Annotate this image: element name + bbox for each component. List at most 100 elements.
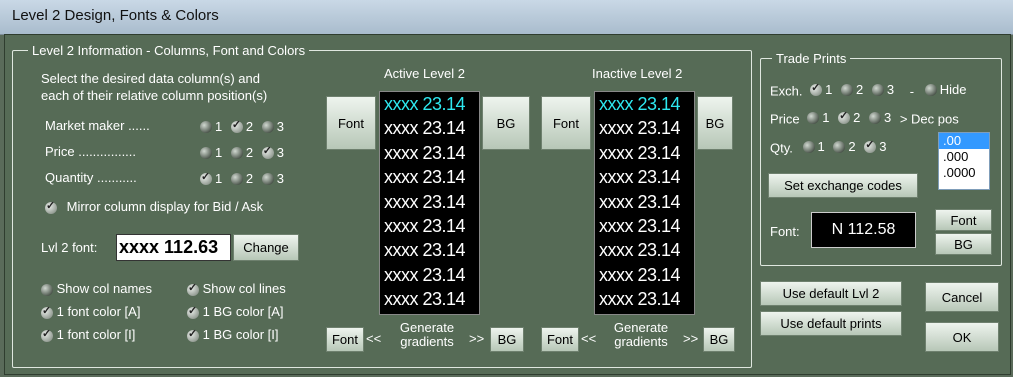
active-gradient-label: Generate gradients (399, 320, 455, 349)
dec-pos-listbox[interactable]: .00 .000 .0000 (938, 132, 990, 190)
inactive-level2-list: xxxx 23.14 xxxx 23.14 xxxx 23.14 xxxx 23… (594, 91, 695, 315)
instruction-line-1: Select the desired data column(s) and (41, 71, 260, 86)
list-item: xxxx 23.14 (384, 240, 466, 261)
exch-dash: - (909, 83, 915, 99)
checkbox-checked-icon (41, 304, 53, 319)
price-print-radio-1[interactable]: 1 (807, 110, 829, 125)
bg-color-a-checkbox[interactable]: 1 BG color [A] (187, 304, 284, 319)
list-item: xxxx 23.14 (599, 264, 681, 285)
exch-radio-3[interactable]: 3 (871, 82, 894, 97)
list-item: xxxx 23.14 (384, 94, 466, 114)
radio-icon (200, 120, 212, 133)
list-item: xxxx 23.14 (599, 240, 681, 261)
mirror-checkbox[interactable]: Mirror column display for Bid / Ask (45, 199, 263, 214)
list-item: xxxx 23.14 (384, 191, 466, 212)
list-item: xxxx 23.14 (384, 142, 466, 163)
list-item: xxxx 23.14 (599, 191, 681, 212)
checkbox-checked-icon (187, 281, 199, 296)
quantity-radio-1[interactable]: 1 (200, 170, 222, 186)
radio-icon (200, 146, 212, 159)
inactive-font-button[interactable]: Font (541, 96, 591, 150)
exch-label: Exch. (770, 83, 803, 99)
active-bg-button[interactable]: BG (482, 96, 530, 150)
radio-icon (261, 172, 274, 185)
window-titlebar[interactable]: Level 2 Design, Fonts & Colors (0, 0, 1013, 35)
market-maker-radio-1[interactable]: 1 (200, 119, 222, 134)
checkbox-unchecked-icon (41, 283, 53, 296)
ok-button[interactable]: OK (925, 322, 999, 352)
trade-bg-button[interactable]: BG (935, 233, 992, 255)
inactive-gradient-bg-button[interactable]: BG (703, 327, 735, 352)
show-col-lines-checkbox[interactable]: Show col lines (187, 281, 286, 296)
qty-radio-2[interactable]: 2 (833, 139, 856, 154)
exch-row: Exch. 1 2 3 - Hide (770, 81, 971, 99)
list-item: xxxx 23.14 (599, 142, 681, 163)
price-print-radio-2[interactable]: 2 (838, 109, 860, 125)
cancel-button[interactable]: Cancel (925, 282, 999, 312)
use-default-lvl2-button[interactable]: Use default Lvl 2 (760, 281, 902, 306)
price-radio-2[interactable]: 2 (230, 145, 253, 160)
trade-font-preview: N 112.58 (811, 212, 916, 248)
dec-option-0000[interactable]: .0000 (939, 165, 989, 181)
checkbox-checked-icon (187, 304, 199, 319)
exch-radio-1[interactable]: 1 (810, 81, 832, 97)
qty-row: Qty. 1 2 3 (770, 138, 891, 156)
lvl2-font-label: Lvl 2 font: (41, 240, 98, 255)
change-font-button[interactable]: Change (233, 234, 299, 261)
radio-icon (868, 111, 881, 124)
font-color-i-checkbox[interactable]: 1 font color [I] (41, 327, 135, 342)
active-gradient-font-button[interactable]: Font (326, 327, 364, 352)
price-radio-1[interactable]: 1 (200, 145, 222, 160)
quantity-options: 1 2 3 (200, 170, 289, 188)
inactive-gradient-left-arrows: << (581, 331, 597, 346)
radio-checked-icon (810, 81, 823, 96)
radio-checked-icon (838, 109, 851, 124)
trade-font-button[interactable]: Font (935, 209, 992, 231)
qty-label: Qty. (770, 140, 793, 156)
exch-radio-2[interactable]: 2 (841, 82, 863, 97)
hide-radio[interactable]: Hide (924, 82, 966, 97)
quantity-radio-2[interactable]: 2 (230, 171, 253, 186)
market-maker-radio-2[interactable]: 2 (230, 118, 253, 134)
list-item: xxxx 23.14 (599, 94, 681, 114)
active-font-button[interactable]: Font (326, 96, 376, 150)
active-gradient-left-arrows: << (366, 331, 382, 346)
radio-icon (807, 111, 820, 124)
list-item: xxxx 23.14 (599, 167, 681, 188)
active-level2-title: Active Level 2 (384, 66, 465, 81)
instruction-line-2: each of their relative column position(s… (41, 88, 268, 103)
use-default-prints-button[interactable]: Use default prints (760, 311, 902, 336)
active-gradient-bg-button[interactable]: BG (490, 327, 524, 352)
font-color-a-checkbox[interactable]: 1 font color [A] (41, 304, 140, 319)
inactive-bg-button[interactable]: BG (697, 96, 733, 150)
radio-checked-icon (230, 118, 243, 133)
qty-radio-3[interactable]: 3 (864, 138, 886, 154)
list-item: xxxx 23.14 (384, 215, 466, 236)
radio-icon (871, 83, 884, 96)
qty-radio-1[interactable]: 1 (802, 139, 825, 154)
inactive-gradient-right-arrows: >> (683, 331, 699, 346)
market-maker-radio-3[interactable]: 3 (261, 119, 284, 134)
inactive-gradient-label: Generate gradients (613, 320, 669, 349)
active-level2-list: xxxx 23.14 xxxx 23.14 xxxx 23.14 xxxx 23… (379, 91, 480, 315)
show-col-names-checkbox[interactable]: Show col names (41, 281, 152, 296)
price-options: 1 2 3 (200, 144, 289, 162)
price-radio-3[interactable]: 3 (261, 144, 284, 160)
mirror-label: Mirror column display for Bid / Ask (66, 199, 264, 214)
radio-icon (230, 146, 243, 159)
radio-icon (802, 140, 815, 153)
price-print-radio-3[interactable]: 3 (868, 110, 891, 125)
set-exchange-codes-button[interactable]: Set exchange codes (768, 173, 918, 198)
list-item: xxxx 23.14 (384, 264, 466, 285)
market-maker-options: 1 2 3 (200, 118, 289, 136)
dec-option-000[interactable]: .000 (939, 149, 989, 165)
inactive-gradient-font-button[interactable]: Font (541, 327, 579, 352)
price-print-label: Price (770, 111, 800, 127)
list-item: xxxx 23.14 (599, 289, 681, 310)
list-item: xxxx 23.14 (384, 167, 466, 188)
bg-color-i-checkbox[interactable]: 1 BG color [I] (187, 327, 279, 342)
quantity-radio-3[interactable]: 3 (261, 171, 284, 186)
radio-icon (833, 140, 846, 153)
radio-checked-icon (864, 138, 877, 153)
dec-option-00[interactable]: .00 (939, 133, 989, 149)
